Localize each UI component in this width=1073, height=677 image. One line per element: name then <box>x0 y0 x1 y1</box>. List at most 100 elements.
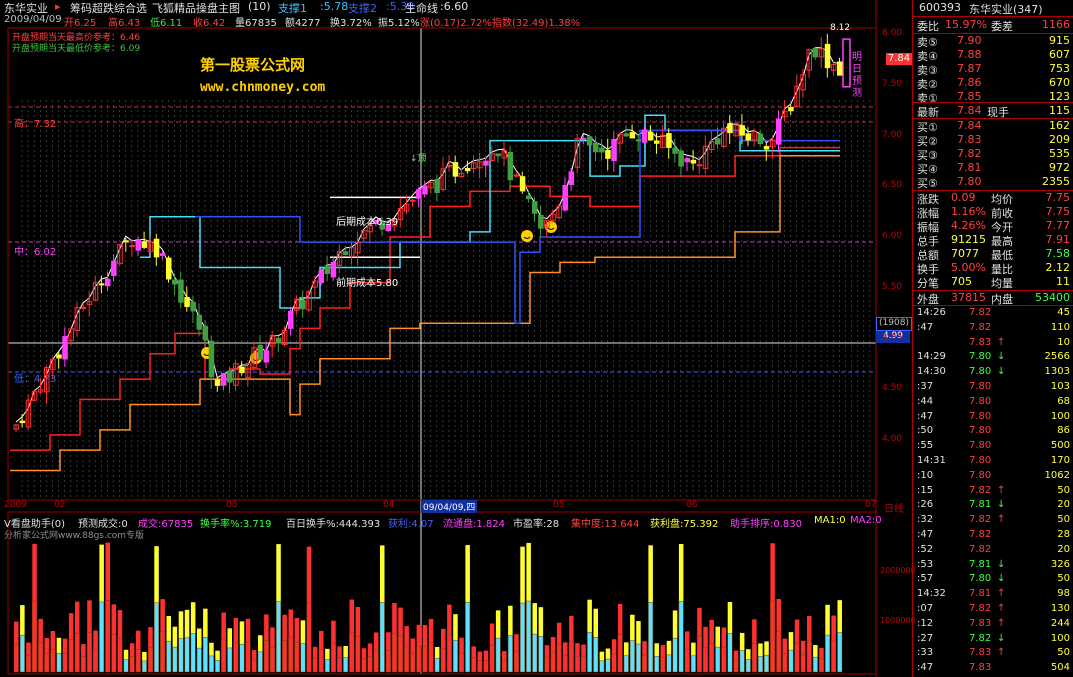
volume-lower <box>367 656 373 673</box>
top-mark: ↓顶 <box>410 154 427 164</box>
volume-upper <box>386 632 391 651</box>
tick-price: 7.80 <box>969 410 992 422</box>
volume-lower <box>428 642 434 673</box>
sell-row: 卖③ 7.87 753 <box>913 62 1073 77</box>
candle-body <box>599 147 605 153</box>
tick-price: 7.82 <box>969 514 992 526</box>
volume-upper <box>184 609 190 638</box>
candle-body <box>220 372 227 386</box>
volume-lower <box>93 648 99 673</box>
candle-body <box>562 184 568 211</box>
main-frame <box>7 27 877 501</box>
volume-upper <box>172 626 178 648</box>
candle-body <box>605 150 611 159</box>
candle-body <box>568 171 575 186</box>
tick-volume: 50 <box>1057 647 1070 659</box>
candle-body <box>647 131 654 141</box>
volume-upper <box>306 546 312 604</box>
tick-price: 7.80 <box>969 395 992 407</box>
price-tick: 6.50 <box>882 180 903 191</box>
volume-lower <box>672 637 678 673</box>
tick-price: 7.81 <box>969 588 992 600</box>
buy-price: 7.80 <box>957 175 982 188</box>
stat-value: 7.58 <box>1045 247 1071 260</box>
tick-row: 14:31 7.80 170 <box>913 455 1073 469</box>
volume-upper <box>825 604 830 636</box>
tick-volume: 68 <box>1057 395 1070 407</box>
volume-lower <box>117 637 123 673</box>
price-tick: 5.50 <box>882 281 903 292</box>
volume-lower <box>208 655 214 673</box>
volume-lower <box>690 655 696 673</box>
volume-lower <box>471 657 477 673</box>
volume-upper <box>770 543 775 602</box>
volume-upper <box>685 631 690 650</box>
candle-body <box>678 150 684 167</box>
volume-upper <box>648 545 653 603</box>
buy-volume: 162 <box>1049 119 1070 132</box>
tick-time: 14:29 <box>917 351 946 363</box>
tick-row: :53 7.81 ↓ 326 <box>913 559 1073 573</box>
volume-lower <box>605 658 611 673</box>
volume-upper <box>197 628 202 649</box>
volume-lower <box>416 645 422 673</box>
tick-row: 14:29 7.80 ↓ 2566 <box>913 351 1073 365</box>
tick-price: 7.82 <box>969 307 992 318</box>
tick-price: 7.80 <box>969 573 992 585</box>
candle-body <box>227 370 233 383</box>
candle-body <box>532 201 538 214</box>
volume-lower <box>227 647 233 673</box>
candle-body <box>239 366 245 374</box>
volume-lower <box>190 633 196 673</box>
volume-upper <box>538 607 544 637</box>
candle-body <box>739 125 745 136</box>
volume-upper <box>349 599 354 633</box>
buy-price: 7.84 <box>957 119 982 132</box>
tick-row: :47 7.80 100 <box>913 411 1073 425</box>
volume-upper <box>221 612 226 640</box>
buy-row: 买④ 7.81 972 <box>913 161 1073 176</box>
volume-upper <box>715 626 720 648</box>
volume-upper <box>32 543 37 602</box>
stat-value: 11 <box>1056 275 1070 288</box>
volume-lower <box>776 631 782 673</box>
candle-body <box>507 152 514 181</box>
candle-body <box>696 164 703 167</box>
volume-lower <box>818 658 824 673</box>
volume-upper <box>264 614 269 641</box>
volume-lower <box>74 633 80 673</box>
tick-arrow: ↑ <box>997 603 1006 614</box>
label-front-cost: 前期成本5.80 <box>336 278 399 289</box>
volume-lower <box>696 636 702 673</box>
orange-step-line <box>10 155 840 472</box>
date-label-05: 05 <box>553 500 565 510</box>
period-label[interactable]: 日线 <box>884 500 904 515</box>
tick-row: :55 7.80 500 <box>913 440 1073 454</box>
volume-upper <box>215 650 220 661</box>
volume-upper <box>312 646 318 659</box>
volume-upper <box>117 610 123 638</box>
volume-lower <box>538 636 544 673</box>
tick-volume: 130 <box>1050 603 1070 614</box>
volume-lower <box>507 635 513 673</box>
candle-body <box>300 299 306 310</box>
volume-lower <box>13 644 19 673</box>
volume-upper <box>355 606 361 637</box>
kline-chart[interactable] <box>0 0 912 677</box>
candle-body <box>159 253 166 256</box>
candle-body <box>464 167 471 172</box>
volume-lower <box>50 649 56 673</box>
volume-upper <box>258 635 263 652</box>
tick-price: 7.82 <box>969 543 992 555</box>
volume-lower <box>404 646 410 673</box>
candle-body <box>56 354 62 359</box>
volume-lower <box>269 647 275 673</box>
stat-row: 总手 91215 最高 7.91 <box>913 233 1073 248</box>
buy-row: 买⑤ 7.80 2355 <box>913 175 1073 190</box>
candle-body <box>654 140 660 144</box>
volume-lower <box>532 633 538 673</box>
tick-volume: 28 <box>1057 529 1070 540</box>
volume-lower <box>574 655 580 673</box>
volume-lower <box>38 642 44 673</box>
vol-pe: 市盈率:28 <box>513 519 560 530</box>
